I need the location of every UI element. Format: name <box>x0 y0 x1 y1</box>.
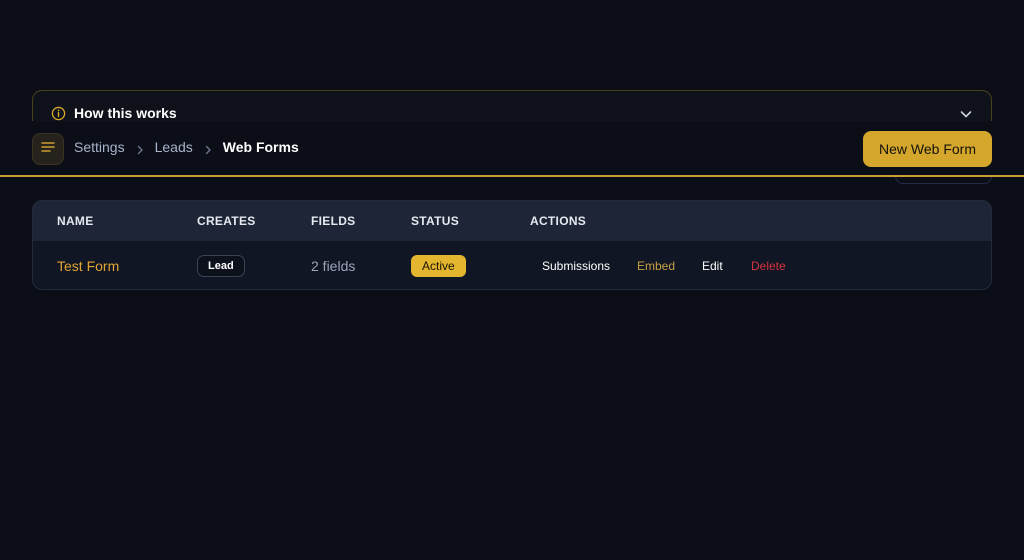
chevron-down-icon[interactable] <box>959 107 973 121</box>
table-header: NAME CREATES FIELDS STATUS ACTIONS <box>33 201 991 241</box>
column-header-name: NAME <box>57 214 94 228</box>
chevron-right-icon <box>135 142 145 155</box>
delete-button[interactable]: Delete <box>751 259 786 273</box>
chevron-right-icon <box>203 142 213 155</box>
breadcrumb: Settings Leads Web Forms <box>74 139 299 155</box>
form-name-link[interactable]: Test Form <box>57 258 119 274</box>
menu-icon <box>41 140 55 158</box>
status-badge: Active <box>411 254 466 277</box>
submissions-button[interactable]: Submissions <box>542 259 610 273</box>
info-icon <box>51 106 66 121</box>
edit-button[interactable]: Edit <box>702 259 723 273</box>
embed-button[interactable]: Embed <box>637 259 675 273</box>
fields-count: 2 fields <box>311 257 356 274</box>
breadcrumb-current: Web Forms <box>222 139 299 155</box>
column-header-actions: ACTIONS <box>530 214 587 228</box>
column-header-status: STATUS <box>411 214 460 228</box>
creates-badge: Lead <box>197 254 245 277</box>
how-it-works-header[interactable]: How this works <box>51 105 177 121</box>
breadcrumb-settings[interactable]: Settings <box>74 139 125 155</box>
column-header-fields: FIELDS <box>311 214 356 228</box>
page: How this works Settings Leads Web Forms … <box>0 0 1024 560</box>
web-forms-table: NAME CREATES FIELDS STATUS ACTIONS Test … <box>32 200 992 290</box>
top-bar: Settings Leads Web Forms New Web Form <box>0 121 1024 177</box>
menu-button[interactable] <box>32 133 64 165</box>
breadcrumb-leads[interactable]: Leads <box>155 139 193 155</box>
new-web-form-button[interactable]: New Web Form <box>863 131 992 167</box>
table-row: Test Form Lead 2 fields Active Submissio… <box>33 241 991 289</box>
column-header-creates: CREATES <box>197 214 256 228</box>
how-it-works-title: How this works <box>74 105 177 121</box>
